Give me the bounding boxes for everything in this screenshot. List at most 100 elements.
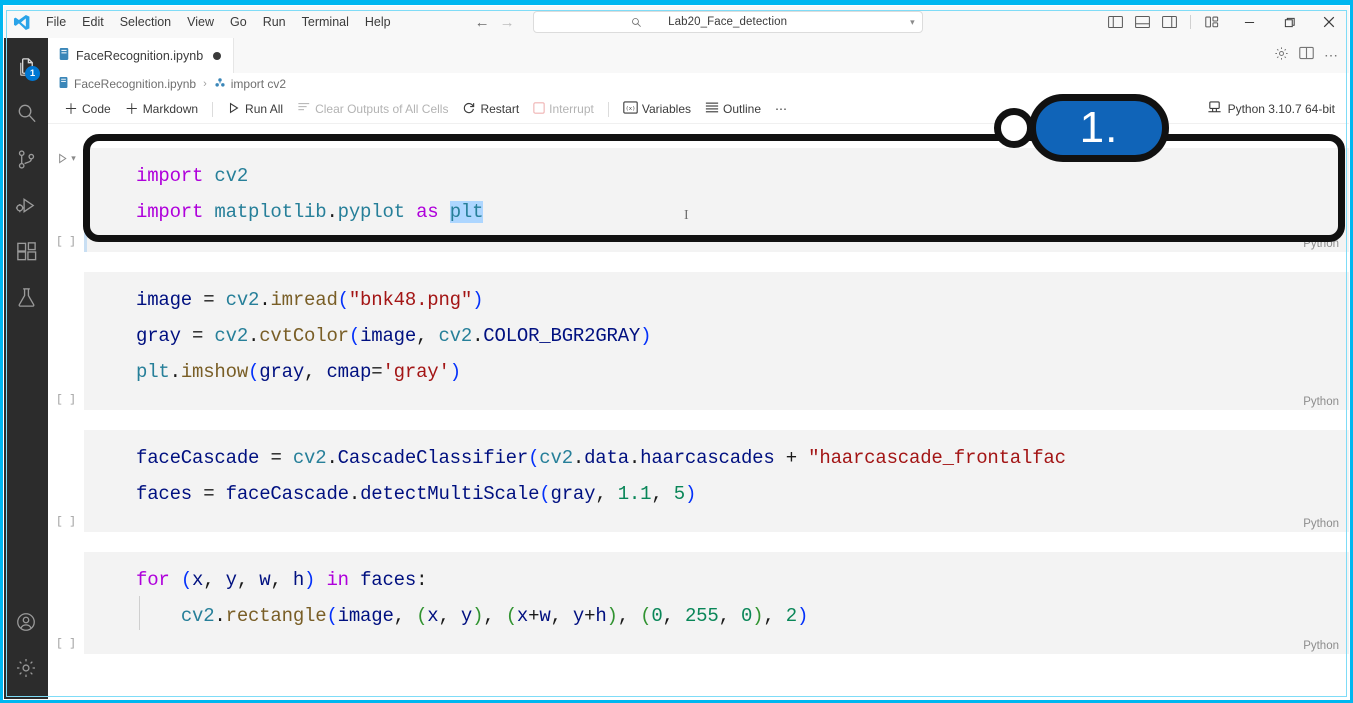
menu-terminal[interactable]: Terminal	[294, 11, 357, 33]
cell-gutter: [ ]	[48, 272, 84, 410]
clear-outputs-button[interactable]: Clear Outputs of All Cells	[291, 99, 454, 119]
variables-button[interactable]: (x) Variables	[617, 99, 697, 119]
cell-gutter: [ ]	[48, 430, 84, 532]
accounts-button[interactable]	[4, 599, 48, 645]
add-markdown-cell-button[interactable]: ＋ Markdown	[119, 97, 204, 121]
notebook-cell[interactable]: [ ] faceCascade = cv2.CascadeClassifier(…	[48, 430, 1349, 532]
menu-help[interactable]: Help	[357, 11, 399, 33]
breadcrumb: FaceRecognition.ipynb › import cv2	[48, 73, 1349, 95]
menu-bar: File Edit Selection View Go Run Terminal…	[38, 6, 399, 38]
cell-code-line: faceCascade = cv2.CascadeClassifier(cv2.…	[84, 440, 1349, 476]
more-actions-icon[interactable]: ⋯	[1324, 47, 1339, 64]
toggle-primary-sidebar-button[interactable]	[1104, 11, 1126, 33]
cell-focus-indicator	[84, 148, 87, 252]
breadcrumb-file[interactable]: FaceRecognition.ipynb	[74, 77, 196, 91]
cell-code-line: for (x, y, w, h) in faces:	[84, 562, 1349, 598]
restart-kernel-button[interactable]: Restart	[456, 99, 525, 120]
quick-open-value: Lab20_Face_detection	[534, 16, 922, 28]
close-window-button[interactable]	[1309, 6, 1349, 38]
go-forward-icon[interactable]: →	[500, 15, 515, 30]
notebook-icon	[58, 47, 70, 64]
cell-language-label[interactable]: Python	[1303, 396, 1339, 408]
notebook-cell[interactable]: [ ] for (x, y, w, h) in faces: cv2.recta…	[48, 552, 1349, 654]
sidebar-item-search[interactable]	[4, 90, 48, 136]
cell-code-line: import matplotlib.pyplot as plt	[84, 194, 1349, 230]
vscode-window: File Edit Selection View Go Run Terminal…	[0, 0, 1353, 703]
menu-go[interactable]: Go	[222, 11, 255, 33]
execute-cell-button[interactable]: ▾	[56, 152, 76, 165]
notebook-icon	[58, 76, 69, 92]
editor-tab-facerecognition[interactable]: FaceRecognition.ipynb	[48, 38, 234, 73]
menu-edit[interactable]: Edit	[74, 11, 112, 33]
variables-label: Variables	[642, 102, 691, 116]
outline-button[interactable]: Outline	[699, 99, 767, 119]
mouse-text-cursor-icon: I	[684, 208, 689, 224]
layout-controls	[1104, 11, 1229, 33]
quick-open-input[interactable]: Lab20_Face_detection ▾	[533, 11, 923, 33]
annotation-step-number: 1.	[1080, 106, 1119, 150]
cell-code-line: gray = cv2.cvtColor(image, cv2.COLOR_BGR…	[84, 318, 1349, 354]
restore-window-button[interactable]	[1269, 6, 1309, 38]
toggle-panel-button[interactable]	[1131, 11, 1153, 33]
breadcrumb-symbol[interactable]: import cv2	[231, 77, 286, 91]
cell-language-label[interactable]: Python	[1303, 640, 1339, 652]
run-all-button[interactable]: Run All	[221, 99, 289, 120]
ellipsis-icon: ⋯	[775, 102, 788, 116]
chevron-down-icon[interactable]: ▾	[910, 17, 915, 28]
menu-run[interactable]: Run	[255, 11, 294, 33]
gear-icon[interactable]	[1274, 46, 1289, 66]
navigation-arrows: ← →	[475, 15, 515, 30]
clear-outputs-label: Clear Outputs of All Cells	[315, 102, 448, 116]
cell-code-line: faces = faceCascade.detectMultiScale(gra…	[84, 476, 1349, 512]
menu-selection[interactable]: Selection	[112, 11, 179, 33]
notebook-cell[interactable]: ▾ [ ]	[48, 148, 1349, 252]
sidebar-item-run-debug[interactable]	[4, 182, 48, 228]
outline-icon	[705, 101, 719, 117]
vscode-logo-icon	[4, 6, 38, 38]
variables-icon: (x)	[623, 101, 638, 117]
cell-editor[interactable]: for (x, y, w, h) in faces: cv2.rectangle…	[84, 552, 1349, 654]
kernel-icon	[1207, 100, 1222, 118]
add-code-cell-label: Code	[82, 102, 111, 116]
customize-layout-button[interactable]	[1201, 11, 1223, 33]
toggle-secondary-sidebar-button[interactable]	[1158, 11, 1180, 33]
window-right-controls	[1104, 6, 1349, 38]
divider	[608, 102, 609, 117]
search-icon	[631, 15, 642, 33]
plus-icon: ＋	[64, 99, 78, 119]
minimize-window-button[interactable]	[1229, 6, 1269, 38]
cell-language-label[interactable]: Python	[1303, 518, 1339, 530]
more-toolbar-actions-button[interactable]: ⋯	[769, 100, 794, 118]
cell-editor[interactable]: ⋯ import cv2 import matplotlib.pyplot as…	[84, 148, 1349, 252]
divider	[1190, 15, 1191, 29]
menu-file[interactable]: File	[38, 11, 74, 33]
sidebar-item-extensions[interactable]	[4, 228, 48, 274]
restart-icon	[462, 101, 476, 118]
cell-editor[interactable]: faceCascade = cv2.CascadeClassifier(cv2.…	[84, 430, 1349, 532]
svg-text:(x): (x)	[625, 106, 635, 112]
manage-settings-button[interactable]	[4, 645, 48, 691]
split-editor-icon[interactable]	[1299, 46, 1314, 65]
go-back-icon[interactable]: ←	[475, 15, 490, 30]
sidebar-item-explorer[interactable]: 1	[4, 44, 48, 90]
menu-view[interactable]: View	[179, 11, 222, 33]
sidebar-item-source-control[interactable]	[4, 136, 48, 182]
run-all-icon	[227, 101, 241, 118]
cell-execution-count: [ ]	[56, 394, 76, 406]
annotation-step-badge: 1.	[1029, 94, 1169, 162]
sidebar-item-testing[interactable]	[4, 274, 48, 320]
cell-gutter: ▾ [ ]	[48, 148, 84, 252]
notebook-cell[interactable]: [ ] image = cv2.imread("bnk48.png") gray…	[48, 272, 1349, 410]
add-markdown-cell-label: Markdown	[143, 102, 198, 116]
cell-execution-count: [ ]	[56, 638, 76, 650]
symbol-namespace-icon	[214, 77, 226, 92]
cell-editor[interactable]: image = cv2.imread("bnk48.png") gray = c…	[84, 272, 1349, 410]
indent-guide	[139, 596, 140, 630]
cell-code-line: cv2.rectangle(image, (x, y), (x+w, y+h),…	[84, 598, 1349, 634]
unsaved-indicator-icon	[213, 52, 221, 60]
chevron-down-icon[interactable]: ▾	[71, 153, 76, 164]
kernel-picker[interactable]: Python 3.10.7 64-bit	[1207, 100, 1349, 118]
interrupt-button[interactable]: Interrupt	[527, 100, 600, 119]
add-code-cell-button[interactable]: ＋ Code	[58, 97, 117, 121]
cell-language-label[interactable]: Python	[1303, 238, 1339, 250]
